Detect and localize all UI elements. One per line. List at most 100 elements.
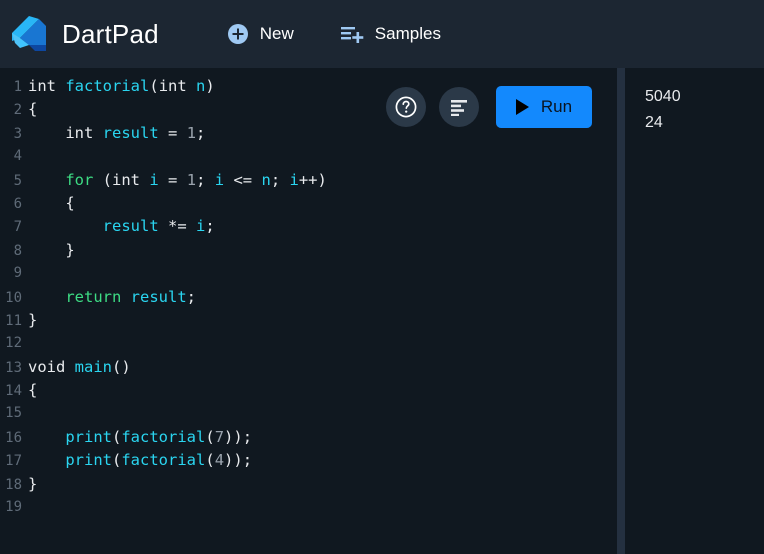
code-token: { <box>28 381 38 400</box>
code-token: = <box>168 170 178 189</box>
format-button[interactable] <box>439 87 479 127</box>
code-line[interactable]: 5 for (int i = 1; i <= n; i++) <box>0 169 617 192</box>
code-line-text[interactable]: } <box>22 309 37 332</box>
code-token: ( <box>102 170 113 189</box>
code-line-text[interactable]: print(factorial(7)); <box>22 426 252 449</box>
code-line[interactable]: 15 <box>0 402 617 425</box>
line-number: 3 <box>13 125 22 142</box>
plus-circle-icon <box>227 23 249 45</box>
code-token: 1 <box>186 170 197 189</box>
code-token: ; <box>205 217 215 236</box>
code-token: ; <box>186 287 197 306</box>
code-token: result <box>102 123 159 142</box>
code-line[interactable]: 6 { <box>0 192 617 215</box>
samples-list-plus-icon <box>340 24 364 44</box>
code-token: 1 <box>186 123 197 142</box>
code-token: int <box>65 123 94 142</box>
line-number: 1 <box>13 79 22 95</box>
help-button[interactable] <box>386 87 426 127</box>
line-number: 17 <box>5 453 22 470</box>
code-token: factorial <box>121 451 206 470</box>
code-token: ( <box>205 427 215 446</box>
code-line[interactable]: 19 <box>0 496 617 519</box>
code-line-text[interactable]: } <box>22 239 75 262</box>
code-line[interactable]: 4 <box>0 145 617 168</box>
code-token: 7 <box>214 427 225 446</box>
code-token: return <box>65 287 122 306</box>
pane-splitter[interactable] <box>617 68 625 554</box>
line-number: 16 <box>5 429 22 446</box>
play-icon <box>515 99 529 115</box>
code-line[interactable]: 14 { <box>0 379 617 402</box>
editor-toolbar: Run <box>386 86 592 128</box>
code-line-text[interactable]: { <box>22 379 37 402</box>
code-token: int <box>112 170 141 189</box>
code-line-text[interactable]: } <box>22 473 37 496</box>
console-output-line: 5040 <box>645 88 681 105</box>
code-line[interactable]: 7 result *= i; <box>0 215 617 238</box>
code-token: ; <box>196 123 206 142</box>
code-line[interactable]: 10 return result; <box>0 286 617 309</box>
line-number: 10 <box>5 289 22 306</box>
code-line-text[interactable]: result *= i; <box>22 215 215 238</box>
code-token: i <box>214 170 225 189</box>
code-line-text[interactable]: int result = 1; <box>22 122 205 145</box>
code-token: n <box>196 77 206 95</box>
samples-button[interactable]: Samples <box>338 20 443 48</box>
code-line[interactable]: 13 void main() <box>0 356 617 379</box>
code-token: n <box>261 170 271 189</box>
code-token: } <box>28 474 38 493</box>
line-number: 12 <box>5 335 22 352</box>
code-token: result <box>102 217 159 236</box>
code-line[interactable]: 16 print(factorial(7)); <box>0 426 617 449</box>
code-token: 4 <box>214 451 225 470</box>
dart-logo-icon <box>6 10 54 58</box>
code-token: } <box>28 310 38 329</box>
code-token: int <box>158 77 187 95</box>
code-line-text[interactable]: void main() <box>22 356 131 379</box>
code-token: ) <box>205 77 215 95</box>
format-code-icon <box>448 96 470 118</box>
console-output-line: 24 <box>645 114 663 131</box>
run-button[interactable]: Run <box>496 86 592 128</box>
code-token: i <box>289 170 299 189</box>
code-token: main <box>74 357 112 376</box>
code-line[interactable]: 18} <box>0 473 617 496</box>
line-number: 11 <box>5 312 22 329</box>
line-number: 8 <box>13 242 22 259</box>
console-output-pane[interactable]: 5040 24 <box>625 68 764 554</box>
new-button[interactable]: New <box>225 19 296 49</box>
code-token: factorial <box>65 77 150 95</box>
code-line[interactable]: 17 print(factorial(4)); <box>0 449 617 472</box>
code-editor[interactable]: 1 int factorial(int n) 2{3 int result = 1;… <box>0 68 617 554</box>
code-token: ( <box>112 451 122 470</box>
code-line-text[interactable]: return result; <box>22 286 196 309</box>
code-token: <= <box>233 170 253 189</box>
code-token: for <box>65 170 94 189</box>
code-line-text[interactable]: for (int i = 1; i <= n; i++) <box>22 169 327 192</box>
code-line[interactable]: 9 <box>0 262 617 285</box>
code-editor-pane[interactable]: 1 int factorial(int n) 2{3 int result = 1;… <box>0 68 617 554</box>
code-line[interactable]: 12 <box>0 332 617 355</box>
code-token: { <box>28 100 38 119</box>
code-line-text[interactable]: int factorial(int n) <box>22 75 215 98</box>
code-line-text[interactable]: { <box>22 192 74 215</box>
code-line-text[interactable]: { <box>22 98 37 121</box>
code-line-text[interactable]: print(factorial(4)); <box>22 449 252 472</box>
code-token: } <box>65 240 75 259</box>
code-line[interactable]: 8 } <box>0 239 617 262</box>
code-line[interactable]: 11} <box>0 309 617 332</box>
